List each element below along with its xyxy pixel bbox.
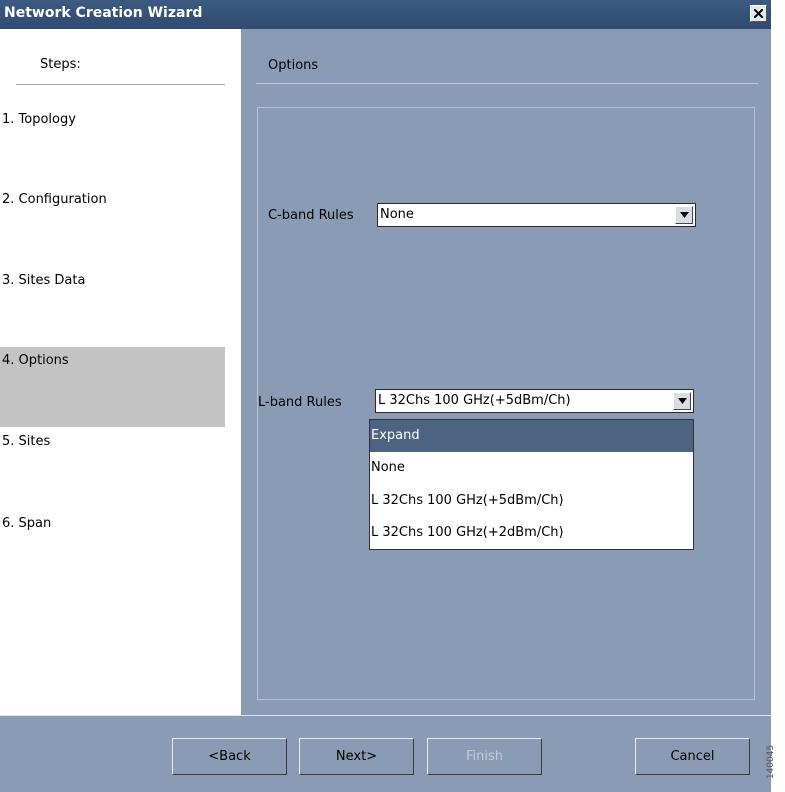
title-bar: Network Creation Wizard <box>0 0 771 29</box>
option-label: L 32Chs 100 GHz(+2dBm/Ch) <box>371 525 564 540</box>
step-label: 2. Configuration <box>2 192 107 207</box>
step-label: 3. Sites Data <box>2 273 86 288</box>
figure-id: 140045 <box>766 744 777 780</box>
step-label: 1. Topology <box>2 112 76 127</box>
wizard-window: Network Creation Wizard Steps: 1. Topolo… <box>0 0 771 792</box>
step-sites[interactable]: 5. Sites <box>0 428 225 508</box>
cancel-button[interactable]: Cancel <box>635 738 750 775</box>
chevron-down-icon <box>678 398 687 404</box>
option-label: L 32Chs 100 GHz(+5dBm/Ch) <box>371 493 564 508</box>
dropdown-option-2dbm[interactable]: L 32Chs 100 GHz(+2dBm/Ch) <box>370 517 693 549</box>
chevron-down-icon <box>680 212 689 218</box>
finish-button[interactable]: Finish <box>427 738 542 775</box>
option-label: Expand <box>371 428 420 443</box>
l-band-label: L-band Rules <box>258 395 342 410</box>
dropdown-option-expand[interactable]: Expand <box>370 420 693 452</box>
dropdown-option-none[interactable]: None <box>370 452 693 484</box>
l-band-dropdown-button[interactable] <box>673 392 691 410</box>
step-label: 4. Options <box>2 353 69 368</box>
c-band-value: None <box>380 207 414 222</box>
steps-header: Steps: <box>40 57 81 72</box>
close-icon <box>754 9 763 18</box>
options-header: Options <box>268 58 319 73</box>
dropdown-option-5dbm[interactable]: L 32Chs 100 GHz(+5dBm/Ch) <box>370 485 693 517</box>
figure-id-watermark: 140045 <box>766 735 785 792</box>
step-span[interactable]: 6. Span <box>0 510 225 590</box>
footer-divider <box>0 715 771 716</box>
step-topology[interactable]: 1. Topology <box>0 106 225 186</box>
step-configuration[interactable]: 2. Configuration <box>0 186 225 266</box>
steps-divider <box>16 84 225 85</box>
step-label: 5. Sites <box>2 434 51 449</box>
back-button[interactable]: <Back <box>172 738 287 775</box>
c-band-dropdown-button[interactable] <box>675 206 693 224</box>
step-label: 6. Span <box>2 516 52 531</box>
l-band-value: L 32Chs 100 GHz(+5dBm/Ch) <box>378 393 571 408</box>
step-sites-data[interactable]: 3. Sites Data <box>0 267 225 347</box>
l-band-select[interactable]: L 32Chs 100 GHz(+5dBm/Ch) <box>375 389 694 413</box>
steps-panel: Steps: 1. Topology 2. Configuration 3. S… <box>0 29 241 715</box>
c-band-select[interactable]: None <box>377 203 696 227</box>
next-button[interactable]: Next> <box>299 738 414 775</box>
options-divider <box>256 83 758 84</box>
window-title: Network Creation Wizard <box>4 5 203 21</box>
option-label: None <box>371 460 405 475</box>
l-band-dropdown-list: Expand None L 32Chs 100 GHz(+5dBm/Ch) L … <box>369 419 694 550</box>
step-options[interactable]: 4. Options <box>0 347 225 427</box>
close-button[interactable] <box>750 5 767 22</box>
c-band-label: C-band Rules <box>268 208 354 223</box>
